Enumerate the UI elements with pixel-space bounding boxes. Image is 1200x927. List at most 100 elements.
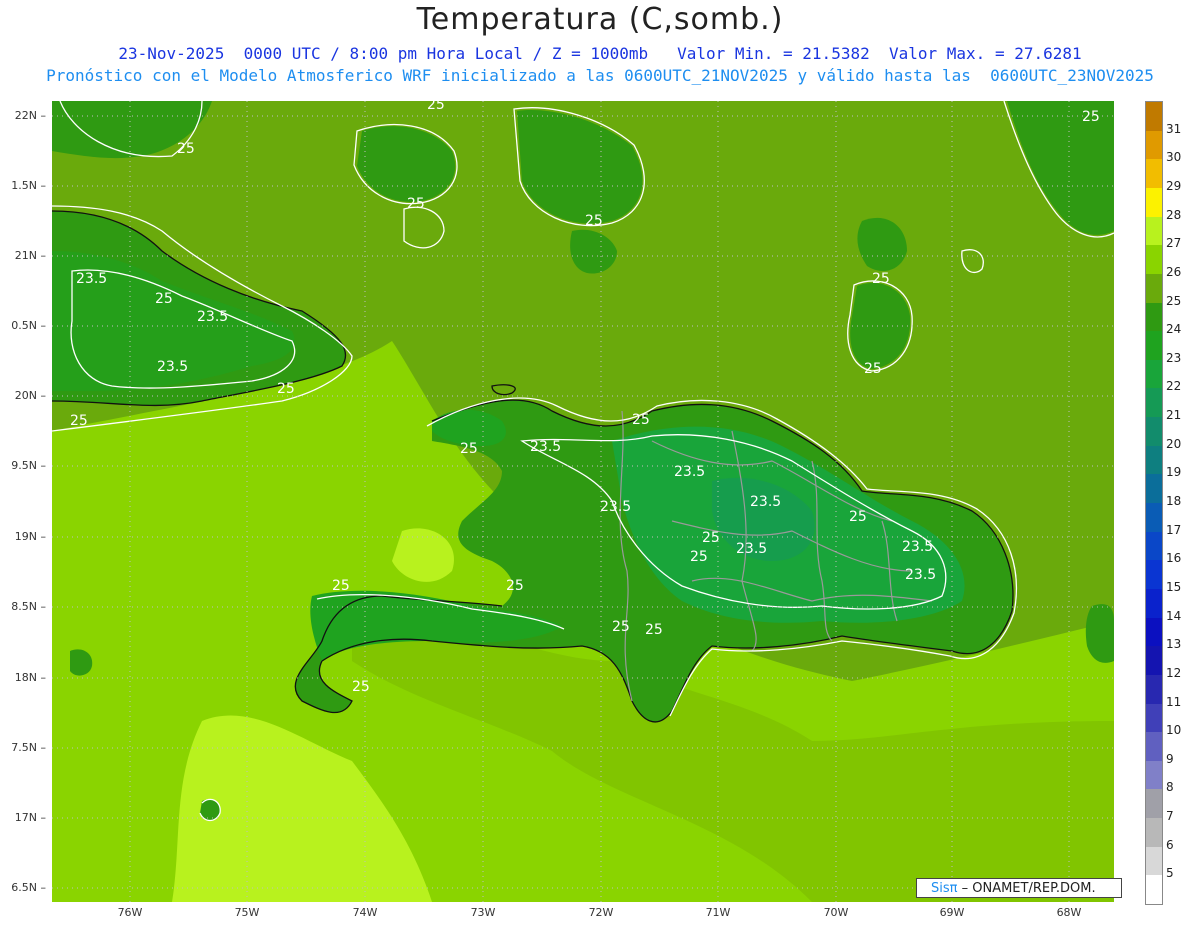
- contour-label: 23.5: [905, 567, 936, 583]
- lon-label: 71W: [705, 906, 731, 919]
- contour-label: 23.5: [750, 494, 781, 510]
- credit-brand: Sisπ: [931, 881, 958, 896]
- scale-label: 27: [1166, 236, 1182, 251]
- scale-swatch: [1146, 130, 1162, 160]
- lat-label: 9.5N –: [11, 459, 46, 472]
- lon-label: 74W: [352, 906, 378, 919]
- contour-label: 25: [872, 271, 890, 287]
- lon-label: 69W: [939, 906, 965, 919]
- scale-swatch: [1146, 760, 1162, 790]
- map-canvas: 25 25 25 25 25 25 25 25 25 25 25 25 25 25 25 25 25 25 25 25…: [52, 101, 1114, 902]
- contour-label: 23.5: [736, 541, 767, 557]
- contour-label: 23.5: [197, 309, 228, 325]
- lat-label: 21N –: [14, 249, 46, 262]
- scale-label: 12: [1166, 665, 1182, 680]
- scale-swatch: [1146, 531, 1162, 561]
- scale-label: 17: [1166, 522, 1182, 537]
- lat-label: 18N –: [14, 671, 46, 684]
- scale-label: 29: [1166, 178, 1182, 193]
- scale-swatch: [1146, 302, 1162, 332]
- chart-title: Temperatura (C,somb.): [416, 2, 784, 37]
- lat-label: 19N –: [14, 530, 46, 543]
- contour-label: 23.5: [674, 464, 705, 480]
- scale-label: 23: [1166, 350, 1182, 365]
- contour-label: 25: [407, 196, 425, 212]
- scale-swatch: [1146, 588, 1162, 619]
- scale-swatch: [1146, 503, 1162, 533]
- scale-swatch: [1146, 445, 1162, 475]
- scale-label: 5: [1166, 866, 1174, 881]
- contour-label: 25: [460, 441, 478, 457]
- scale-label: 21: [1166, 408, 1182, 423]
- contour-label: 25: [352, 679, 370, 695]
- scale-label: 26: [1166, 264, 1182, 279]
- lon-label: 70W: [823, 906, 849, 919]
- contour-label: 25: [332, 578, 350, 594]
- lon-label: 76W: [117, 906, 143, 919]
- scale-label: 13: [1166, 637, 1182, 652]
- scale-label: 22: [1166, 379, 1182, 394]
- lon-label: 75W: [234, 906, 260, 919]
- color-scale: [1145, 101, 1163, 905]
- lat-label: 8.5N –: [11, 600, 46, 613]
- lat-label: 6.5N –: [11, 881, 46, 894]
- contour-label: 25: [612, 619, 630, 635]
- scale-label: 28: [1166, 207, 1182, 222]
- contour-label: 25: [277, 381, 295, 397]
- scale-swatch: [1146, 703, 1162, 733]
- scale-label: 25: [1166, 293, 1182, 308]
- scale-swatch: [1146, 789, 1162, 819]
- scale-label: 30: [1166, 150, 1182, 165]
- scale-swatch: [1146, 674, 1162, 704]
- scale-swatch: [1146, 875, 1162, 905]
- contour-label: 25: [155, 291, 173, 307]
- scale-label: 18: [1166, 494, 1182, 508]
- contour-label: 25: [632, 412, 650, 428]
- contour-label: 25: [427, 101, 445, 113]
- scale-label: 9: [1166, 751, 1174, 766]
- scale-swatch: [1146, 187, 1162, 218]
- contour-label: 25: [585, 213, 603, 229]
- subtitle-run-info: 23-Nov-2025 0000 UTC / 8:00 pm Hora Loca…: [118, 44, 1082, 63]
- lat-label: 17N –: [14, 811, 46, 824]
- scale-swatch: [1146, 732, 1162, 762]
- lon-label: 72W: [588, 906, 614, 919]
- scale-label: 14: [1166, 608, 1182, 623]
- scale-swatch: [1146, 273, 1162, 303]
- contour-label: 25: [690, 549, 708, 565]
- contour-label: 25: [177, 141, 195, 157]
- scale-label: 7: [1166, 809, 1174, 824]
- scale-swatch: [1146, 359, 1162, 389]
- scale-swatch: [1146, 560, 1162, 590]
- scale-swatch: [1146, 474, 1162, 504]
- scale-label: 20: [1166, 436, 1182, 451]
- lat-label: 7.5N –: [11, 741, 46, 754]
- contour-label: 23.5: [600, 499, 631, 515]
- lon-label: 68W: [1056, 906, 1082, 919]
- lat-label: 20N –: [14, 389, 46, 402]
- scale-swatch: [1146, 818, 1162, 848]
- scale-swatch: [1146, 846, 1162, 876]
- scale-label: 31: [1166, 121, 1182, 136]
- credit-box: Sisπ – ONAMET/REP.DOM.: [916, 878, 1122, 898]
- contour-label: 23.5: [76, 271, 107, 287]
- contour-label: 25: [864, 361, 882, 377]
- scale-swatch: [1146, 617, 1162, 647]
- temperature-map: 25 25 25 25 25 25 25 25 25 25 25 25 25 25 25 25 25 25 25 25…: [52, 101, 1114, 902]
- scale-swatch: [1146, 216, 1162, 246]
- lat-label: 1.5N –: [11, 179, 46, 192]
- credit-text: – ONAMET/REP.DOM.: [957, 881, 1096, 896]
- scale-swatch: [1146, 245, 1162, 275]
- contour-label: 25: [849, 509, 867, 525]
- lat-label: 0.5N –: [11, 319, 46, 332]
- scale-swatch: [1146, 417, 1162, 447]
- scale-swatch: [1146, 388, 1162, 418]
- scale-swatch: [1146, 646, 1162, 676]
- scale-label: 10: [1166, 723, 1182, 738]
- contour-label: 23.5: [157, 359, 188, 375]
- scale-label: 24: [1166, 322, 1182, 337]
- contour-label: 25: [702, 530, 720, 546]
- contour-label: 23.5: [902, 539, 933, 555]
- scale-swatch: [1146, 159, 1162, 189]
- scale-label: 19: [1166, 465, 1182, 480]
